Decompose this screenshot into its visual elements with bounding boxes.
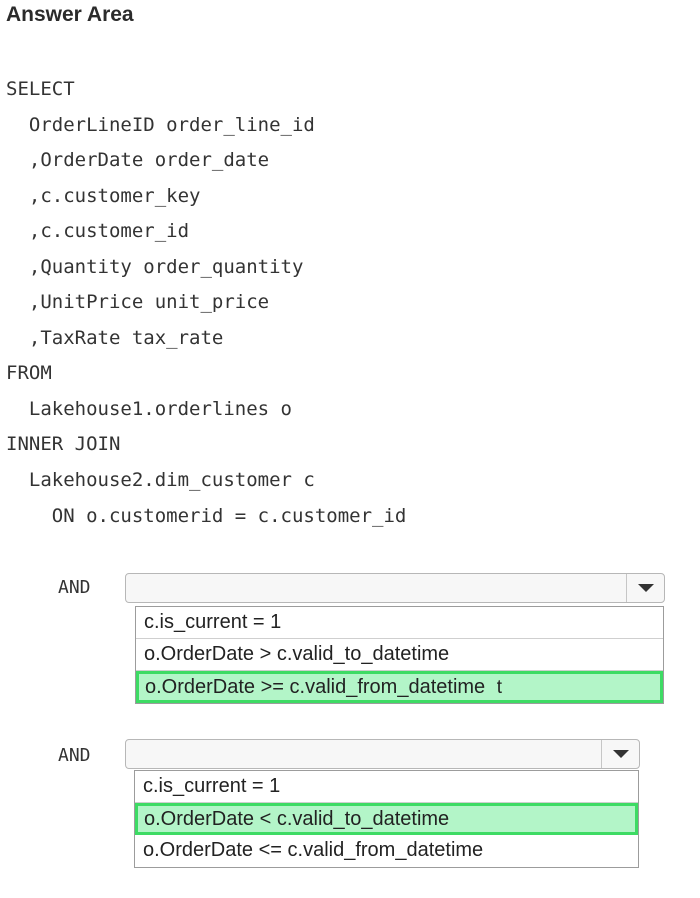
sql-line: ,c.customer_id	[6, 220, 190, 242]
chevron-down-icon	[612, 750, 629, 758]
sql-line: ,OrderDate order_date	[6, 149, 270, 171]
dropdown-2-option[interactable]: o.OrderDate <= c.valid_from_datetime	[135, 835, 638, 867]
answer-area-title: Answer Area	[6, 3, 134, 26]
condition-dropdown-2[interactable]	[125, 739, 640, 769]
sql-line: ON o.customerid = c.customer_id	[6, 505, 407, 527]
dropdown-1-options: c.is_current = 1 o.OrderDate > c.valid_t…	[135, 606, 664, 704]
sql-line: FROM	[6, 362, 52, 384]
sql-line: ,UnitPrice unit_price	[6, 291, 270, 313]
sql-line: Lakehouse2.dim_customer c	[6, 469, 315, 491]
sql-line: ,TaxRate tax_rate	[6, 327, 224, 349]
dropdown-1-option[interactable]: o.OrderDate > c.valid_to_datetime	[136, 639, 663, 671]
sql-line: ,c.customer_key	[6, 185, 201, 207]
and-keyword-2: AND	[58, 745, 91, 766]
dropdown-1-toggle-button[interactable]	[626, 574, 664, 602]
text-cursor-icon: t	[496, 677, 503, 698]
chevron-down-icon	[637, 584, 654, 592]
dropdown-1-option[interactable]: c.is_current = 1	[136, 607, 663, 639]
dropdown-2-option[interactable]: c.is_current = 1	[135, 771, 638, 803]
condition-dropdown-1[interactable]	[125, 573, 665, 603]
sql-line: ,Quantity order_quantity	[6, 256, 304, 278]
sql-line: Lakehouse1.orderlines o	[6, 398, 292, 420]
dropdown-2-toggle-button[interactable]	[601, 740, 639, 768]
and-keyword-1: AND	[58, 577, 91, 598]
dropdown-2-option-selected[interactable]: o.OrderDate < c.valid_to_datetime	[135, 803, 638, 835]
sql-line: OrderLineID order_line_id	[6, 114, 315, 136]
dropdown-1-option-selected[interactable]: o.OrderDate >= c.valid_from_datetime t	[136, 671, 663, 703]
sql-line: SELECT	[6, 78, 75, 100]
sql-line: INNER JOIN	[6, 433, 121, 455]
dropdown-2-options: c.is_current = 1 o.OrderDate < c.valid_t…	[134, 770, 639, 868]
dropdown-1-option-selected-label: o.OrderDate >= c.valid_from_datetime	[145, 676, 486, 698]
